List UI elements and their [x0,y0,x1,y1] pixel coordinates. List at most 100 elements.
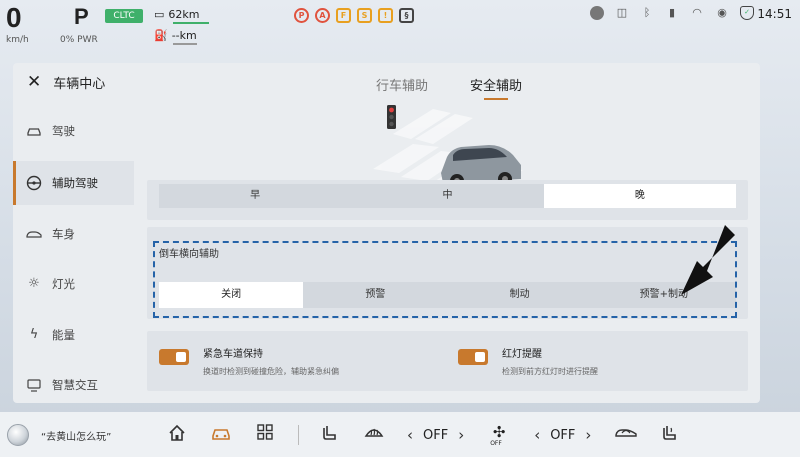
status-bar: 0 km/h P 0% PWR CLTC ▭ 62km ⛽ --km P A F… [0,0,800,52]
cltc-badge: CLTC [105,9,143,23]
sidebar-item-drive[interactable]: 驾驶 [13,109,134,153]
toggle-settings-block: 紧急车道保持 换道时检测到碰撞危险，辅助紧急纠偏 红灯提醒 检测到前方红灯时进行… [147,331,748,391]
sidebar-item-label: 驾驶 [52,124,75,138]
emergency-lane-keep-desc: 换道时检测到碰撞危险，辅助紧急纠偏 [203,367,339,376]
bottom-dock: “去黄山怎么玩” ‹ OFF › ✣ OFF ‹ OFF › [0,412,800,457]
voice-assistant-icon[interactable] [7,424,29,446]
seat-heat-left-icon[interactable] [319,424,341,446]
ev-range-value: 62km [168,8,200,21]
left-temp-value: OFF [423,427,449,443]
emergency-lane-keep-setting: 紧急车道保持 换道时检测到碰撞危险，辅助紧急纠偏 [159,345,339,377]
traffic-light-icon [387,105,396,129]
tire-warning-icon: ! [378,8,393,23]
bluetooth-icon: ᛒ [643,6,651,19]
rct-option-warning[interactable]: 预警 [303,282,448,308]
sidebar: ✕ 车辆中心 驾驶 辅助驾驶 车身 ☼ 灯光 ϟ 能量 智慧交互 [13,63,134,403]
fan-status: OFF [490,440,502,447]
gear-indicator: P [74,4,89,29]
hotspot-icon: ◉ [717,6,727,19]
apps-grid-icon[interactable] [254,424,276,446]
ev-range-bar [173,22,209,24]
emergency-lane-keep-toggle[interactable] [159,349,189,365]
battery-icon: ▭ [154,8,165,21]
sidebar-item-lights[interactable]: ☼ 灯光 [13,262,134,306]
timing-option-medium[interactable]: 中 [351,184,544,208]
left-temp-increase-icon[interactable]: › [458,426,464,444]
close-icon[interactable]: ✕ [27,74,41,91]
speed-unit: km/h [6,35,29,45]
warning-icons: P A F S ! § [294,8,414,23]
fuel-range-bar [173,43,197,45]
sidebar-item-label: 能量 [52,328,75,342]
tab-bar: 行车辅助 安全辅助 [376,75,522,100]
red-light-reminder-title: 红灯提醒 [502,349,542,360]
panel-header: ✕ 车辆中心 [27,73,106,93]
airbag-warning-icon: A [315,8,330,23]
vehicle-center-panel: ✕ 车辆中心 驾驶 辅助驾驶 车身 ☼ 灯光 ϟ 能量 智慧交互 行车辅助 安全… [13,63,760,403]
red-light-reminder-setting: 红灯提醒 检测到前方红灯时进行提醒 [458,345,598,377]
rct-option-brake[interactable]: 制动 [447,282,592,308]
vehicle-icon[interactable] [210,424,232,446]
left-temperature-control: ‹ OFF › [407,426,464,444]
sidebar-item-label: 智慧交互 [52,378,98,392]
car-air-circulation-icon[interactable] [615,424,638,446]
timing-option-late[interactable]: 晚 [543,184,736,208]
rear-cross-traffic-segmented: 关闭 预警 制动 预警+制动 [159,282,736,308]
traction-control-icon: § [399,8,414,23]
signal-icon: ▮ [668,6,676,19]
fuel-warning-icon: F [336,8,351,23]
dock-controls: ‹ OFF › ✣ OFF ‹ OFF › [166,422,703,448]
tab-driving-assist[interactable]: 行车辅助 [376,75,428,100]
home-icon[interactable] [166,424,188,446]
light-icon: ☼ [28,276,40,291]
red-light-reminder-toggle[interactable] [458,349,488,365]
right-temperature-control: ‹ OFF › [534,426,591,444]
sidebar-item-label: 车身 [52,227,75,241]
steering-wheel-icon [26,175,42,191]
warning-timing-segmented: 早 中 晚 [159,184,736,208]
interaction-icon [26,377,42,393]
system-icons: ◫ ᛒ ▮ ◠ ◉ ✓ [590,6,754,20]
fuel-range: ⛽ --km [154,29,197,42]
sidebar-item-energy[interactable]: ϟ 能量 [13,313,134,357]
camera-off-icon: ◫ [616,6,628,19]
car-body-icon [26,226,42,242]
speed-value: 0 [6,2,22,33]
sidebar-item-label: 辅助驾驶 [52,176,98,190]
left-temp-decrease-icon[interactable]: ‹ [407,426,413,444]
voice-assistant-hint[interactable]: “去黄山怎么玩” [41,428,111,443]
ev-range: ▭ 62km [154,8,200,21]
pointer-arrow-icon [681,225,735,295]
shield-icon: ✓ [740,6,754,20]
clock: 14:51 [757,7,792,21]
sidebar-item-label: 灯光 [52,277,75,291]
red-light-reminder-desc: 检测到前方红灯时进行提醒 [502,367,598,376]
avatar[interactable] [590,6,604,20]
seat-heat-right-icon[interactable] [659,424,681,446]
warning-timing-block: 早 中 晚 [147,180,748,220]
rear-cross-traffic-block: 倒车横向辅助 关闭 预警 制动 预警+制动 [147,227,748,319]
sidebar-item-body[interactable]: 车身 [13,212,134,256]
timing-option-early[interactable]: 早 [159,184,352,208]
emergency-lane-keep-title: 紧急车道保持 [203,349,263,360]
fuel-range-value: --km [171,29,197,42]
fuel-pump-icon: ⛽ [154,29,168,42]
sidebar-item-assisted-driving[interactable]: 辅助驾驶 [13,161,134,205]
seatbelt-warning-icon: S [357,8,372,23]
rear-cross-traffic-title: 倒车横向辅助 [159,249,219,260]
sidebar-item-interaction[interactable]: 智慧交互 [13,363,134,403]
rct-option-off[interactable]: 关闭 [159,282,304,308]
wifi-icon: ◠ [692,6,702,19]
fan-icon[interactable]: ✣ OFF [488,422,510,448]
energy-icon: ϟ [29,327,39,342]
right-temp-value: OFF [550,427,576,443]
power-percent: 0% PWR [60,35,98,45]
car-icon [26,123,42,139]
tab-safety-assist[interactable]: 安全辅助 [470,75,522,100]
right-temp-increase-icon[interactable]: › [585,426,591,444]
dock-divider [298,425,299,445]
panel-title: 车辆中心 [53,77,106,92]
right-temp-decrease-icon[interactable]: ‹ [534,426,540,444]
parking-brake-warning-icon: P [294,8,309,23]
windshield-defrost-icon[interactable] [363,424,385,446]
